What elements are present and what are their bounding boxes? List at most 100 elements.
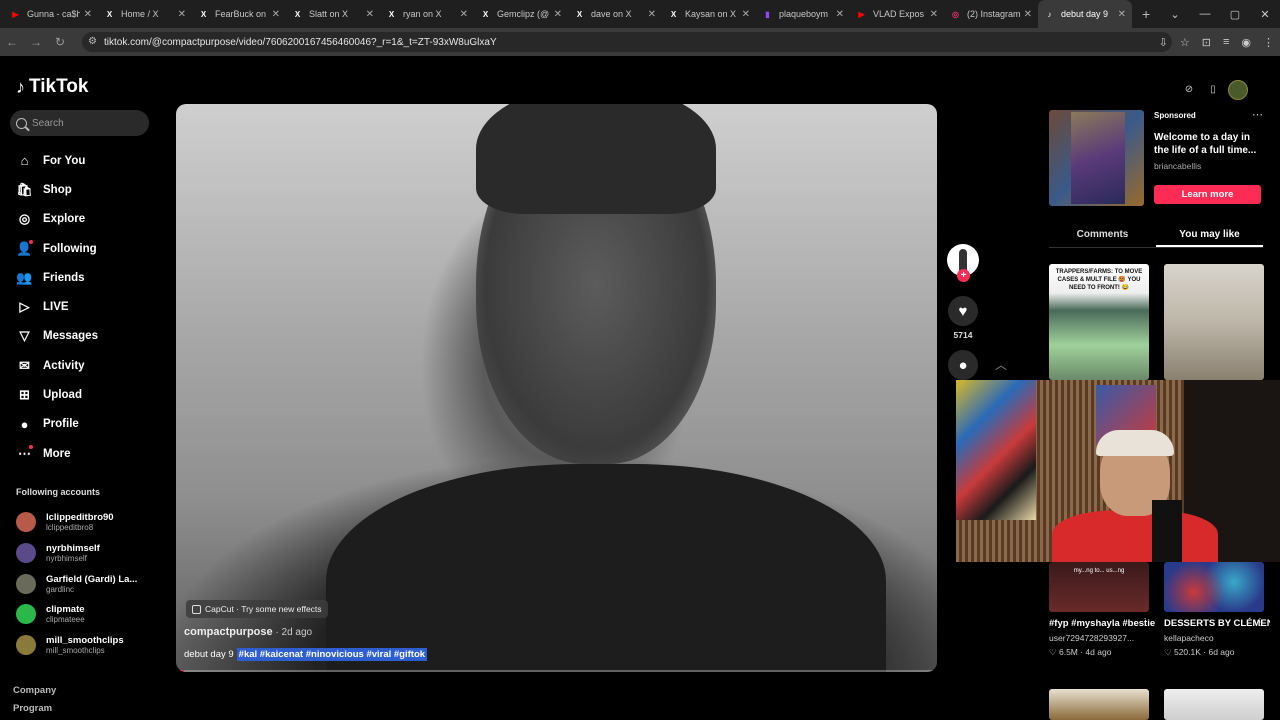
tiktok-logo[interactable]: ♪ TikTok: [16, 76, 88, 98]
suggested-video-thumb[interactable]: [1164, 562, 1264, 612]
tab-you-may-like[interactable]: You may like: [1156, 226, 1263, 247]
close-tab-icon[interactable]: ✕: [84, 9, 92, 20]
browser-tab[interactable]: ▶ VLAD Expos ✕: [850, 0, 944, 28]
browser-tab[interactable]: X Gemclipz (@ ✕: [474, 0, 568, 28]
close-window-icon[interactable]: ✕: [1250, 8, 1280, 21]
close-tab-icon[interactable]: ✕: [1118, 9, 1126, 20]
scroll-up-icon[interactable]: ︿: [995, 356, 1007, 373]
ad-handle[interactable]: briancabellis: [1154, 161, 1201, 171]
tab-search-icon[interactable]: ⌄: [1160, 8, 1190, 21]
profile-avatar-icon: ●: [16, 416, 33, 433]
maximize-icon[interactable]: ▢: [1220, 8, 1250, 21]
nav-item-for-you[interactable]: ⌂ For You: [16, 146, 98, 175]
bookmark-star-icon[interactable]: ☆: [1180, 36, 1190, 49]
browser-tab[interactable]: Xdave on X ✕: [568, 0, 662, 28]
device-icon[interactable]: ▯: [1204, 80, 1222, 98]
card-more-icon[interactable]: ⋮: [1255, 617, 1265, 628]
capcut-badge[interactable]: CapCut · Try some new effects: [186, 600, 328, 618]
card-more-icon[interactable]: ⋮: [1140, 617, 1150, 628]
suggested-video-thumb[interactable]: my...ng to... us...ng: [1049, 562, 1149, 612]
close-tab-icon[interactable]: ✕: [178, 9, 186, 20]
browser-menu-icon[interactable]: ⋮: [1263, 36, 1274, 49]
nav-item-activity[interactable]: ✉ Activity: [16, 351, 98, 380]
author-name[interactable]: compactpurpose: [184, 626, 273, 638]
close-tab-icon[interactable]: ✕: [648, 9, 656, 20]
close-tab-icon[interactable]: ✕: [836, 9, 844, 20]
video-progress-bar[interactable]: [176, 670, 937, 672]
following-account[interactable]: nyrbhimself nyrbhimself: [16, 538, 137, 569]
url-field[interactable]: ⚙ tiktok.com/@compactpurpose/video/76062…: [82, 32, 1172, 52]
browser-tab[interactable]: ▶ Gunna - ca$h ✕: [4, 0, 98, 28]
nav-item-following[interactable]: 👤 Following: [16, 234, 98, 263]
search-input[interactable]: Search: [10, 110, 149, 136]
browser-tab[interactable]: ♪ debut day 9 ✕: [1038, 0, 1132, 28]
following-account[interactable]: lclippeditbro90 lclippeditbro8: [16, 507, 137, 538]
browser-tab-label: (2) Instagram: [967, 9, 1020, 19]
video-subject-body: [326, 464, 886, 672]
nav-item-messages[interactable]: ▽ Messages: [16, 322, 98, 351]
install-app-icon[interactable]: ⇩: [1159, 36, 1168, 49]
account-icon[interactable]: ◉: [1241, 36, 1251, 49]
following-account[interactable]: Garfield (Gardi) La... gardlinc: [16, 568, 137, 599]
close-tab-icon[interactable]: ✕: [930, 9, 938, 20]
minimize-icon[interactable]: —: [1190, 8, 1220, 20]
reload-icon[interactable]: ↻: [48, 35, 72, 49]
browser-tab[interactable]: X Slatt on X ✕: [286, 0, 380, 28]
account-handle: clipmateee: [46, 615, 85, 625]
media-controls-icon[interactable]: ≡: [1223, 36, 1229, 48]
suggested-video-thumb[interactable]: [1164, 689, 1264, 720]
new-tab-button[interactable]: +: [1142, 6, 1150, 22]
get-coins-icon[interactable]: ⊘: [1180, 80, 1198, 98]
ad-more-icon[interactable]: ⋯: [1252, 108, 1263, 121]
footer-program-link[interactable]: Program: [13, 700, 56, 718]
site-info-icon[interactable]: ⚙: [88, 36, 97, 47]
following-account[interactable]: mill_smoothclips mill_smoothclips: [16, 630, 137, 661]
creator-avatar[interactable]: +: [947, 244, 979, 282]
comment-button[interactable]: ●: [948, 350, 978, 380]
follow-plus-icon[interactable]: +: [957, 269, 970, 282]
browser-tab[interactable]: X FearBuck on ✕: [192, 0, 286, 28]
nav-item-more[interactable]: ⋯ More: [16, 439, 98, 468]
close-tab-icon[interactable]: ✕: [460, 9, 468, 20]
nav-item-shop[interactable]: 🛍 Shop: [16, 175, 98, 204]
video-author[interactable]: compactpurpose · 2d ago: [184, 626, 312, 638]
suggested-video-thumb[interactable]: [1049, 689, 1149, 720]
microphone: [1152, 500, 1182, 562]
nav-item-profile[interactable]: ● Profile: [16, 410, 98, 439]
nav-item-explore[interactable]: ◎ Explore: [16, 205, 98, 234]
video-player[interactable]: CapCut · Try some new effects compactpur…: [176, 104, 937, 672]
forward-icon[interactable]: →: [24, 35, 48, 49]
account-handle: mill_smoothclips: [46, 646, 105, 656]
close-tab-icon[interactable]: ✕: [742, 9, 750, 20]
close-tab-icon[interactable]: ✕: [366, 9, 374, 20]
suggested-video-user[interactable]: kellapacheco: [1164, 631, 1270, 645]
footer-company-link[interactable]: Company: [13, 682, 56, 700]
back-icon[interactable]: ←: [0, 35, 24, 49]
close-tab-icon[interactable]: ✕: [1024, 9, 1032, 20]
browser-tab[interactable]: ▮ plaqueboym ✕: [756, 0, 850, 28]
nav-item-friends[interactable]: 👥 Friends: [16, 263, 98, 292]
suggested-video-user[interactable]: user7294728293927...: [1049, 631, 1155, 645]
ad-title[interactable]: Welcome to a day in the life of a full t…: [1154, 131, 1264, 157]
suggested-video-thumb[interactable]: [1164, 264, 1264, 380]
following-account[interactable]: clipmate clipmateee: [16, 599, 137, 630]
video-progress-fill: [176, 670, 184, 672]
profile-avatar[interactable]: [1228, 80, 1248, 100]
browser-tab[interactable]: Xryan on X ✕: [380, 0, 474, 28]
tab-comments[interactable]: Comments: [1049, 226, 1156, 247]
close-tab-icon[interactable]: ✕: [554, 9, 562, 20]
close-tab-icon[interactable]: ✕: [272, 9, 280, 20]
hashtags[interactable]: #kal #kaicenat #ninovicious #viral #gift…: [236, 648, 428, 661]
learn-more-button[interactable]: Learn more: [1154, 185, 1261, 204]
ad-thumbnail[interactable]: [1049, 110, 1144, 206]
like-button[interactable]: ♥: [948, 296, 978, 326]
account-text: Garfield (Gardi) La... gardlinc: [46, 574, 137, 594]
browser-tab[interactable]: ◎ (2) Instagram ✕: [944, 0, 1038, 28]
suggested-video-thumb[interactable]: TRAPPERS/FARMS: TO MOVE CASES & MULT FIL…: [1049, 264, 1149, 380]
nav-item-live[interactable]: ▷ LIVE: [16, 292, 98, 321]
browser-tab[interactable]: X Kaysan on X ✕: [662, 0, 756, 28]
nav-item-upload[interactable]: ⊞ Upload: [16, 380, 98, 409]
browser-tab[interactable]: X Home / X ✕: [98, 0, 192, 28]
extensions-icon[interactable]: ⊡: [1202, 36, 1211, 49]
video-subject-cap: [476, 104, 716, 214]
